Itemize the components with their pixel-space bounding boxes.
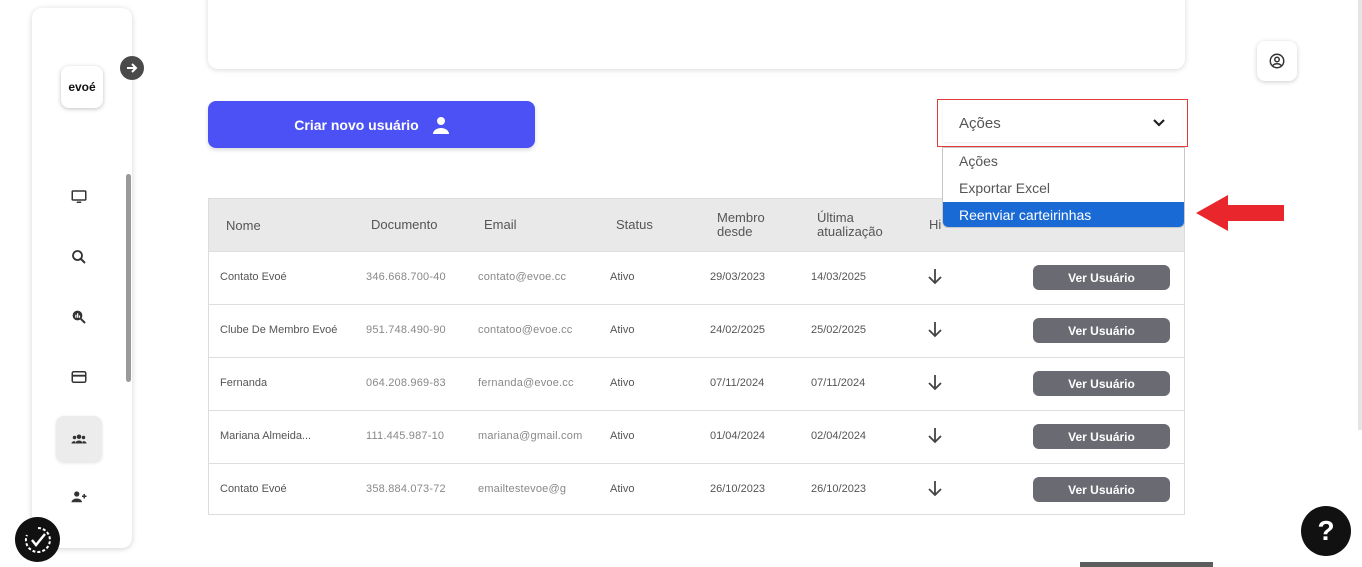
actions-select-value: Ações	[959, 114, 1001, 132]
cell-nome: Contato Evoé	[220, 271, 287, 283]
table-row: Clube De Membro Evoé 951.748.490-90 contat…	[209, 304, 1184, 357]
sidebar-item-users[interactable]	[56, 416, 102, 462]
option-acoes[interactable]: Ações	[943, 148, 1184, 175]
header-historico[interactable]: Hi	[929, 218, 941, 232]
actions-select-inner[interactable]: Ações	[943, 104, 1182, 142]
header-membro-line1: Membro	[717, 210, 765, 225]
table-row: Mariana Almeida... 111.445.987-10 mariana@…	[209, 410, 1184, 463]
cell-ultima-atualizacao: 07/11/2024	[811, 377, 866, 389]
cell-membro-desde: 01/04/2024	[710, 430, 766, 442]
create-user-label: Criar novo usuário	[294, 116, 419, 133]
cell-documento: 358.884.073-72	[366, 483, 446, 495]
user-circle-icon	[1269, 53, 1285, 69]
cell-email: fernanda@evoe.cc	[478, 377, 574, 389]
cell-email: contato@evoe.cc	[478, 271, 567, 283]
header-ultima-line2: atualização	[817, 224, 883, 239]
view-user-button[interactable]: Ver Usuário	[1033, 265, 1170, 290]
view-user-button[interactable]: Ver Usuário	[1033, 477, 1170, 502]
sidebar: evoé	[32, 8, 132, 548]
cell-documento: 111.445.987-10	[366, 430, 445, 442]
cell-status: Ativo	[610, 483, 635, 495]
sidebar-item-cards[interactable]	[56, 354, 102, 400]
actions-dropdown: Ações Exportar Excel Reenviar carteirinh…	[942, 147, 1185, 228]
cell-membro-desde: 07/11/2024	[710, 377, 765, 389]
app-logo[interactable]: evoé	[61, 66, 103, 108]
search-analytics-icon	[72, 310, 86, 324]
cell-membro-desde: 26/10/2023	[710, 483, 766, 495]
table-row: Contato Evoé 358.884.073-72 emailtestevoe@…	[209, 463, 1184, 516]
users-table: Nome Documento Email Status Membro desde…	[208, 198, 1185, 515]
header-nome[interactable]: Nome	[226, 219, 261, 233]
logo-text: evoé	[68, 80, 96, 94]
filter-card	[208, 0, 1185, 69]
help-button[interactable]: ?	[1301, 506, 1351, 556]
cell-nome: Mariana Almeida...	[220, 430, 312, 442]
profile-button[interactable]	[1257, 41, 1297, 81]
header-ultima-atualizacao[interactable]: Última atualização	[817, 211, 883, 239]
cell-email: contatoo@evoe.cc	[478, 324, 573, 336]
user-add-icon	[71, 491, 87, 503]
cell-nome: Fernanda	[220, 377, 268, 389]
cell-email: mariana@gmail.com	[478, 430, 583, 442]
cell-ultima-atualizacao: 14/03/2025	[811, 271, 867, 283]
sidebar-item-search[interactable]	[56, 234, 102, 280]
search-icon	[72, 250, 86, 264]
cell-documento: 346.668.700-40	[366, 271, 446, 283]
cell-nome: Contato Evoé	[220, 483, 287, 495]
cell-status: Ativo	[610, 271, 635, 283]
arrow-down-icon[interactable]	[926, 267, 944, 285]
sidebar-scrollbar[interactable]	[126, 174, 131, 382]
cell-ultima-atualizacao: 25/02/2025	[811, 324, 867, 336]
header-documento[interactable]: Documento	[371, 218, 437, 232]
create-user-button[interactable]: Criar novo usuário	[208, 101, 535, 148]
cell-ultima-atualizacao: 02/04/2024	[811, 430, 867, 442]
user-icon	[432, 116, 449, 134]
cell-documento: 064.208.969-83	[366, 377, 446, 389]
expand-sidebar-button[interactable]	[120, 56, 144, 80]
option-exportar-excel[interactable]: Exportar Excel	[943, 175, 1184, 202]
option-reenviar-carteirinhas[interactable]: Reenviar carteirinhas	[943, 202, 1184, 227]
users-group-icon	[71, 434, 87, 444]
annotation-arrow-icon	[1196, 195, 1284, 231]
arrow-down-icon[interactable]	[926, 479, 944, 497]
arrow-down-icon[interactable]	[926, 320, 944, 338]
card-icon	[71, 371, 87, 383]
actions-select[interactable]: Ações	[937, 99, 1188, 147]
sidebar-item-analytics[interactable]	[56, 294, 102, 340]
cell-membro-desde: 29/03/2023	[710, 271, 766, 283]
page-scrollbar[interactable]	[1358, 0, 1362, 430]
cell-documento: 951.748.490-90	[366, 324, 446, 336]
cell-nome: Clube De Membro Evoé	[220, 324, 338, 336]
view-user-button[interactable]: Ver Usuário	[1033, 424, 1170, 449]
table-row: Fernanda 064.208.969-83 fernanda@evoe.cc At…	[209, 357, 1184, 410]
bottom-partial-element	[1080, 562, 1213, 567]
header-ultima-line1: Última	[817, 210, 854, 225]
header-status[interactable]: Status	[616, 218, 653, 232]
header-membro-line2: desde	[717, 224, 753, 239]
cell-email: emailtestevoe@g	[478, 483, 567, 495]
arrow-right-icon	[127, 63, 138, 73]
accessibility-button[interactable]	[15, 517, 60, 562]
arrow-down-icon[interactable]	[926, 426, 944, 444]
cell-status: Ativo	[610, 377, 635, 389]
arrow-down-icon[interactable]	[926, 373, 944, 391]
header-email[interactable]: Email	[484, 218, 517, 232]
cell-status: Ativo	[610, 430, 635, 442]
table-row: Contato Evoé 346.668.700-40 contato@evoe.c…	[209, 251, 1184, 304]
view-user-button[interactable]: Ver Usuário	[1033, 371, 1170, 396]
header-membro-desde[interactable]: Membro desde	[717, 211, 765, 239]
accessibility-check-icon	[24, 526, 51, 553]
monitor-icon	[71, 190, 87, 203]
cell-ultima-atualizacao: 26/10/2023	[811, 483, 867, 495]
view-user-button[interactable]: Ver Usuário	[1033, 318, 1170, 343]
sidebar-item-add-user[interactable]	[56, 474, 102, 520]
cell-membro-desde: 24/02/2025	[710, 324, 766, 336]
sidebar-item-dashboard[interactable]	[56, 174, 102, 220]
cell-status: Ativo	[610, 324, 635, 336]
chevron-down-icon	[1153, 119, 1165, 127]
